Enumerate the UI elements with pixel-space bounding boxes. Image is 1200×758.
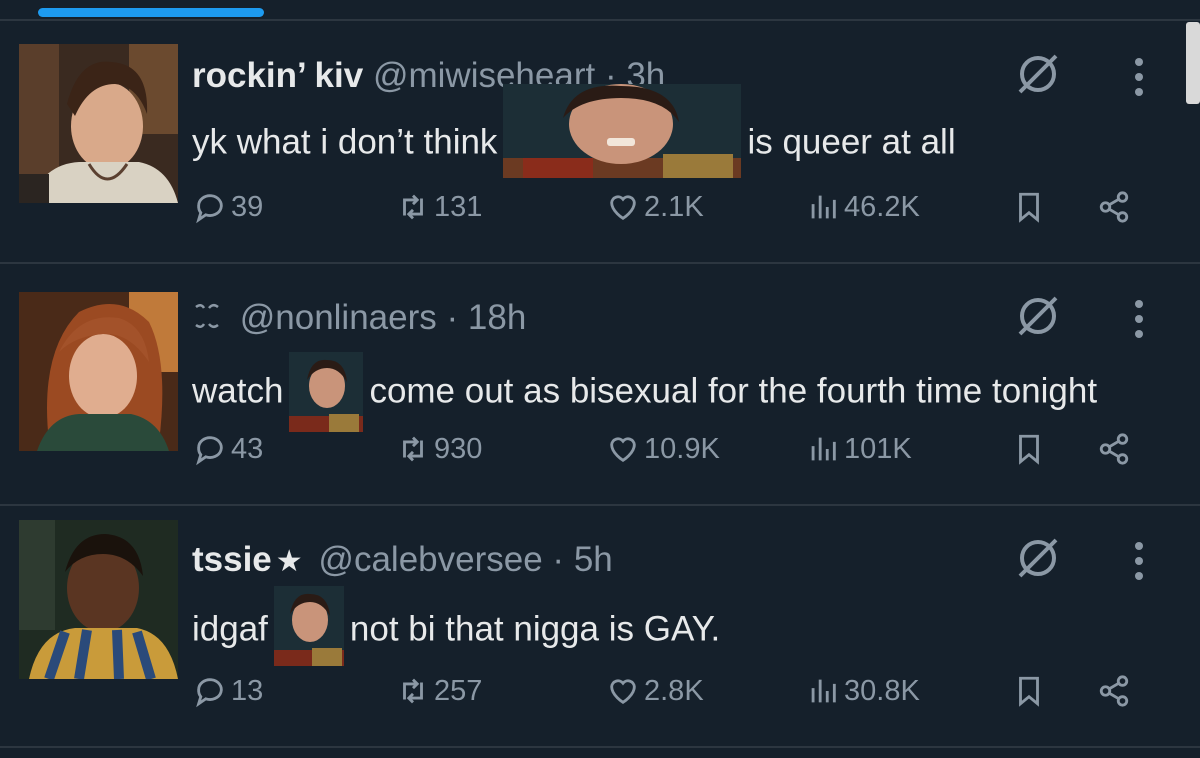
- post-text-before: watch: [192, 371, 284, 411]
- more-icon: [1135, 58, 1143, 96]
- post-text: idgaf not bi that nigga is GAY.: [192, 586, 721, 666]
- like-button[interactable]: 2.1K: [606, 190, 704, 224]
- post-text-after: come out as bisexual for the fourth time…: [369, 371, 1098, 411]
- repost-button[interactable]: 930: [396, 432, 482, 466]
- reply-count: 13: [231, 674, 264, 707]
- avatar[interactable]: [19, 520, 178, 679]
- reply-icon: [196, 678, 223, 708]
- reply-button[interactable]: 13: [193, 674, 263, 708]
- header-divider: [0, 19, 1200, 21]
- post-divider: [0, 746, 1200, 748]
- share-button[interactable]: [1097, 190, 1135, 224]
- post-text: yk what i don’t think is queer at all: [192, 84, 956, 178]
- views-button[interactable]: 46.2K: [806, 190, 920, 224]
- view-count: 30.8K: [844, 674, 920, 707]
- active-tab-indicator: [38, 8, 264, 17]
- post-text-after: is queer at all: [747, 122, 956, 162]
- more-icon: [1135, 300, 1143, 338]
- repost-icon: [403, 194, 423, 220]
- more-options-button[interactable]: [1128, 56, 1150, 98]
- inline-face-image: [503, 84, 742, 178]
- repost-count: 131: [434, 190, 483, 223]
- share-icon: [1099, 675, 1129, 707]
- bookmark-button[interactable]: [1012, 190, 1050, 224]
- share-icon: [1099, 191, 1129, 223]
- views-icon: [811, 437, 836, 461]
- grok-icon: [1018, 538, 1058, 578]
- views-icon: [811, 679, 836, 703]
- repost-icon: [403, 436, 423, 462]
- user-handle[interactable]: @calebversee: [318, 540, 542, 579]
- post-text-before: yk what i don’t think: [192, 122, 498, 162]
- post-header: tssie ★ @calebversee · 5h: [192, 540, 613, 582]
- like-button[interactable]: 10.9K: [606, 432, 720, 466]
- repost-count: 257: [434, 674, 483, 707]
- views-icon: [811, 195, 836, 219]
- grok-icon: [1018, 296, 1058, 336]
- bookmark-icon: [1019, 434, 1039, 465]
- reply-button[interactable]: 39: [193, 190, 263, 224]
- avatar[interactable]: [19, 44, 178, 203]
- post-text-before: idgaf: [192, 609, 268, 649]
- reply-count: 39: [231, 190, 264, 223]
- grok-button[interactable]: [1012, 532, 1064, 584]
- like-button[interactable]: 2.8K: [606, 674, 704, 708]
- user-handle[interactable]: @nonlinaers: [240, 298, 437, 337]
- reply-icon: [196, 194, 223, 224]
- inline-face-image: [289, 352, 364, 432]
- reply-button[interactable]: 43: [193, 432, 263, 466]
- more-options-button[interactable]: [1128, 540, 1150, 582]
- heart-icon: [610, 679, 636, 705]
- repost-count: 930: [434, 432, 483, 465]
- timestamp[interactable]: 18h: [468, 298, 526, 337]
- bookmark-button[interactable]: [1012, 674, 1050, 708]
- views-button[interactable]: 101K: [806, 432, 912, 466]
- share-button[interactable]: [1097, 674, 1135, 708]
- bookmark-icon: [1019, 676, 1039, 707]
- bookmark-icon: [1019, 192, 1039, 223]
- post[interactable]: tssie ★ @calebversee · 5h idgaf not bi th…: [0, 506, 1200, 748]
- reply-icon: [196, 436, 223, 466]
- post[interactable]: @nonlinaers · 18h watch come out as bise…: [0, 264, 1200, 506]
- inline-face-image: [273, 586, 344, 666]
- profile-emoji-icon: [195, 304, 219, 328]
- separator-dot: ·: [446, 298, 459, 337]
- more-options-button[interactable]: [1128, 298, 1150, 340]
- display-name[interactable]: tssie: [192, 540, 272, 579]
- more-icon: [1135, 542, 1143, 580]
- avatar[interactable]: [19, 292, 178, 451]
- view-count: 101K: [844, 432, 912, 465]
- star-badge-icon: ★: [275, 545, 303, 578]
- views-button[interactable]: 30.8K: [806, 674, 920, 708]
- post-header: @nonlinaers · 18h: [192, 298, 526, 338]
- separator-dot: ·: [552, 540, 565, 579]
- post-text-after: not bi that nigga is GAY.: [349, 609, 721, 649]
- share-button[interactable]: [1097, 432, 1135, 466]
- heart-icon: [610, 437, 636, 463]
- display-name[interactable]: rockin’ kiv: [192, 56, 363, 95]
- timestamp[interactable]: 5h: [574, 540, 613, 579]
- repost-button[interactable]: 131: [396, 190, 482, 224]
- like-count: 2.1K: [644, 190, 704, 223]
- share-icon: [1099, 433, 1129, 465]
- like-count: 10.9K: [644, 432, 720, 465]
- like-count: 2.8K: [644, 674, 704, 707]
- view-count: 46.2K: [844, 190, 920, 223]
- grok-button[interactable]: [1012, 48, 1064, 100]
- repost-icon: [403, 678, 423, 704]
- bookmark-button[interactable]: [1012, 432, 1050, 466]
- grok-icon: [1018, 54, 1058, 94]
- reply-count: 43: [231, 432, 264, 465]
- heart-icon: [610, 195, 636, 221]
- grok-button[interactable]: [1012, 290, 1064, 342]
- repost-button[interactable]: 257: [396, 674, 482, 708]
- post[interactable]: rockin’ kiv @miwiseheart · 3h yk what i …: [0, 22, 1200, 264]
- post-text: watch come out as bisexual for the fourt…: [192, 352, 1098, 432]
